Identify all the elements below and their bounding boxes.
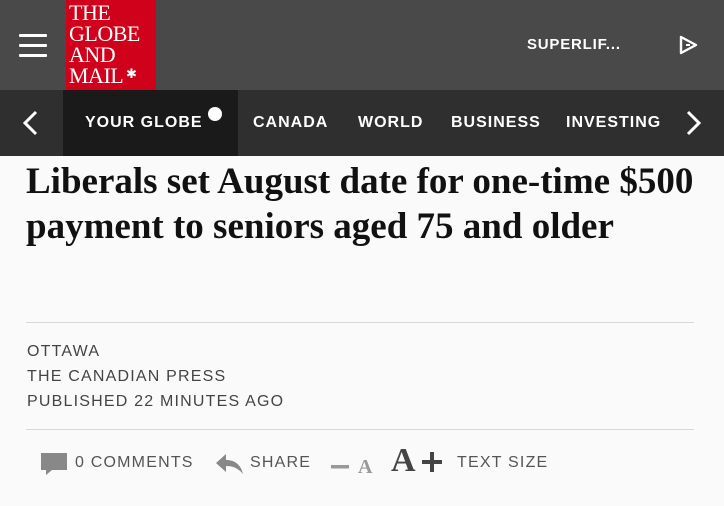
logo-line: MAIL	[69, 63, 124, 88]
share-arrow-icon	[216, 454, 243, 474]
section-link[interactable]: SUPERLIF...	[527, 36, 621, 53]
increase-text-size-button[interactable]: A	[391, 440, 445, 486]
maple-leaf-icon: ✱	[126, 66, 137, 81]
play-icon[interactable]	[677, 34, 699, 56]
divider	[26, 322, 694, 323]
article-headline: Liberals set August date for one-time $5…	[26, 161, 694, 247]
plus-icon	[422, 452, 442, 472]
comments-button[interactable]: 0 COMMENTS	[40, 440, 192, 486]
dateline: OTTAWA	[27, 343, 101, 360]
minus-icon	[331, 465, 349, 469]
nav-item-label: YOUR GLOBE	[85, 114, 203, 131]
comment-icon	[41, 453, 67, 475]
text-size-label: TEXT SIZE	[457, 454, 549, 471]
published-time: PUBLISHED 22 MINUTES AGO	[27, 393, 285, 410]
nav-item-your-globe[interactable]: YOUR GLOBE	[63, 90, 238, 156]
nav-item-business[interactable]: BUSINESS	[451, 90, 541, 156]
article-toolbar: 0 COMMENTS SHARE A A TEXT SIZE	[0, 440, 724, 490]
divider	[26, 429, 694, 430]
nav-item-investing[interactable]: INVESTING	[566, 90, 661, 156]
decrease-text-size-button[interactable]: A	[331, 440, 377, 486]
hamburger-menu-icon[interactable]	[19, 34, 47, 58]
logo[interactable]: THE GLOBE AND MAIL ✱	[66, 0, 156, 90]
nav-item-world[interactable]: WORLD	[358, 90, 423, 156]
top-bar: THE GLOBE AND MAIL ✱ SUPERLIF...	[0, 0, 724, 90]
large-a-glyph: A	[391, 442, 416, 479]
notification-dot	[208, 107, 222, 121]
comments-label: 0 COMMENTS	[75, 454, 194, 471]
chevron-left-icon[interactable]	[0, 90, 62, 156]
section-nav: YOUR GLOBE CANADA WORLD BUSINESS INVESTI…	[0, 90, 724, 156]
chevron-right-icon[interactable]	[662, 90, 724, 156]
share-label: SHARE	[250, 454, 312, 471]
small-a-glyph: A	[358, 456, 373, 478]
nav-item-canada[interactable]: CANADA	[253, 90, 328, 156]
article-source: THE CANADIAN PRESS	[27, 368, 227, 385]
share-button[interactable]: SHARE	[214, 440, 310, 486]
